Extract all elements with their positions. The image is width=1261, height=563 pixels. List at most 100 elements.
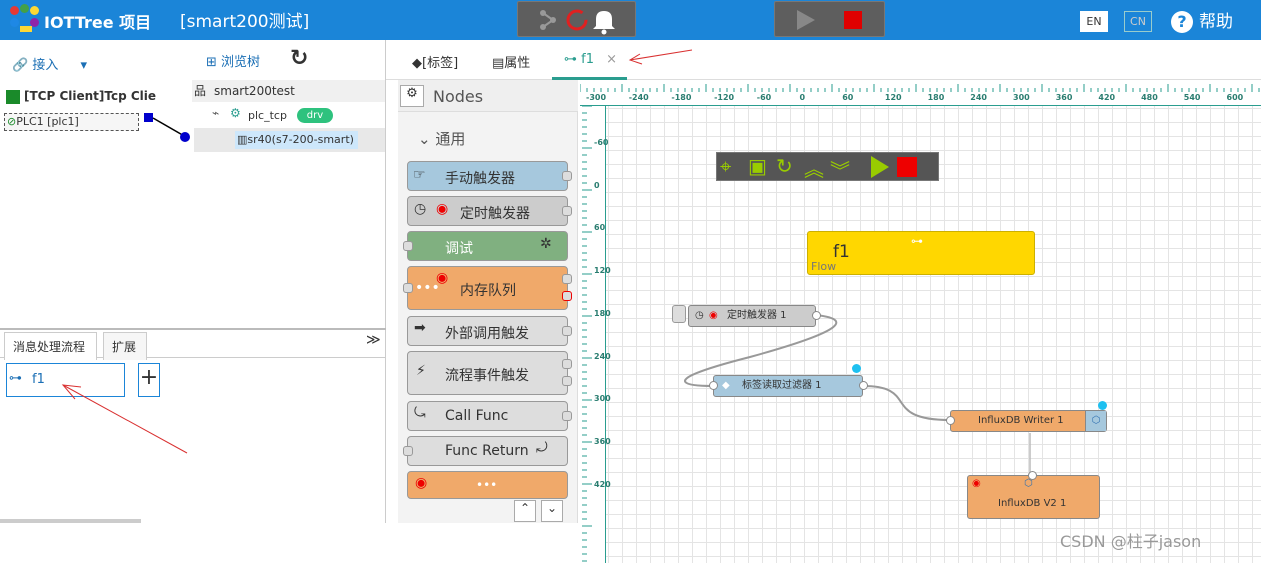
bottom-tabs: 消息处理流程 扩展 ≫ — [0, 330, 386, 360]
play-icon[interactable] — [797, 10, 815, 30]
tag-icon: ◆ — [722, 380, 730, 391]
ruler-left: -60 0 60 120 180 240 300 360 420 — [580, 106, 611, 563]
chevron-down-icon[interactable]: ▾ — [80, 58, 87, 73]
connector-card[interactable]: [TCP Client]Tcp Clie — [0, 84, 156, 110]
left-panel: 🔗 接入 ▾ ⊞ 浏览树 ↻ [TCP Client]Tcp Clie ⊘PLC… — [0, 40, 386, 523]
expand-up-icon[interactable]: ︽ — [804, 153, 824, 182]
palette-node-call-func[interactable]: ⤿ Call Func — [407, 401, 572, 431]
input-port[interactable] — [709, 381, 718, 390]
palette-title: Nodes — [433, 87, 484, 106]
expand-down-icon[interactable]: ︾ — [830, 155, 850, 184]
app-logo — [8, 4, 40, 36]
tab-properties[interactable]: ▤属性 — [492, 52, 530, 71]
tree-root[interactable]: 品 smart200test — [192, 80, 385, 102]
browse-tree-button[interactable]: ⊞ 浏览树 — [206, 51, 260, 70]
gear-icon[interactable]: ⚙ — [400, 85, 424, 107]
output-port[interactable] — [562, 411, 572, 421]
canvas-node-influx-writer[interactable]: InfluxDB Writer 1 ⬡ — [946, 401, 1107, 432]
lang-en-button[interactable]: EN — [1080, 11, 1108, 32]
palette-node-external-call[interactable]: ➡ 外部调用触发 — [407, 316, 572, 346]
call-icon: ⤿ — [414, 405, 426, 421]
palette-node-debug[interactable]: 调试 ✲ — [403, 231, 568, 261]
flow-icon: ⊶ — [564, 52, 577, 67]
ruler-y-label: 120 — [594, 266, 611, 276]
main-area: ◆[标签] ▤属性 ⊶ f1 × ⚙ Nodes ⌄ 通用 ☞ 手动触发器 ◷ … — [386, 40, 1261, 563]
ruler-x-label: -60 — [756, 93, 772, 102]
flow-card-sub: Flow — [811, 260, 837, 273]
output-port[interactable] — [562, 206, 572, 216]
locate-icon[interactable]: ⌖ — [720, 154, 731, 178]
connector-item[interactable]: ⊘PLC1 [plc1] — [4, 113, 139, 131]
tab-extensions[interactable]: 扩展 — [103, 332, 147, 360]
sitemap-icon: 品 — [194, 84, 207, 98]
ruler-x-label: 540 — [1183, 93, 1201, 102]
refresh-icon[interactable]: ↻ — [290, 46, 308, 71]
flow-item-label: f1 — [32, 372, 45, 387]
input-port[interactable] — [946, 416, 955, 425]
scroll-down-button[interactable]: ⌄ — [541, 500, 563, 522]
share-status-icons[interactable] — [518, 2, 637, 38]
close-icon[interactable]: × — [606, 52, 617, 67]
app-title: IOTTree 项目 — [44, 13, 152, 32]
return-icon: ⤾ — [536, 440, 548, 456]
ruler-y-label: 0 — [594, 180, 600, 190]
status-dot — [852, 364, 861, 373]
palette-node-manual-trigger[interactable]: ☞ 手动触发器 — [407, 161, 572, 191]
output-port[interactable] — [562, 274, 572, 284]
ruler-y-label: -60 — [594, 138, 609, 147]
scroll-up-button[interactable]: ⌃ — [514, 500, 536, 522]
connect-button[interactable]: 🔗 接入 ▾ — [12, 54, 87, 73]
save-icon[interactable]: ▣ — [748, 154, 767, 178]
palette-node-memory-queue[interactable]: ••• ◉ 内存队列 — [403, 266, 572, 310]
ruler-x-label: 60 — [842, 93, 854, 102]
tab-message-flows[interactable]: 消息处理流程 — [4, 332, 97, 360]
output-port-error[interactable] — [562, 291, 572, 301]
stop-icon[interactable] — [844, 11, 862, 29]
horizontal-scrollbar[interactable] — [0, 519, 141, 523]
output-port[interactable] — [812, 311, 821, 320]
output-port[interactable] — [562, 326, 572, 336]
output-port[interactable] — [859, 381, 868, 390]
lang-cn-button[interactable]: CN — [1124, 11, 1152, 32]
record-icon: ◉ — [436, 270, 449, 286]
palette-node-label: Call Func — [445, 408, 509, 424]
connector-item-label: PLC1 [plc1] — [16, 115, 79, 128]
tree-item-device[interactable]: ▥sr40(s7-200-smart) — [194, 128, 385, 152]
output-port[interactable] — [562, 171, 572, 181]
canvas-node-label: InfluxDB Writer 1 — [978, 415, 1064, 426]
tree-device-label: sr40(s7-200-smart) — [247, 133, 354, 146]
tab-tags-label: [标签] — [422, 56, 459, 71]
tab-flow-f1[interactable]: ⊶ f1 × — [552, 48, 628, 80]
output-port[interactable] — [562, 376, 572, 386]
flow-canvas[interactable]: -300 -240 -180 -120 -60 0 60 120 180 240 300 360 420… — [580, 80, 1261, 563]
palette-node-label: 流程事件触发 — [445, 368, 529, 384]
annotation-arrow — [61, 384, 188, 454]
palette-node-func-return[interactable]: Func Return ⤾ — [403, 436, 568, 466]
palette-node-flow-event[interactable]: ⚡ 流程事件触发 — [407, 351, 572, 395]
ruler-x-label: 300 — [1013, 93, 1030, 102]
editor-tabs: ◆[标签] ▤属性 ⊶ f1 × — [386, 40, 1261, 80]
inject-button[interactable] — [672, 305, 686, 323]
flow-card[interactable]: f1 Flow ⊶ — [807, 231, 1035, 275]
input-port[interactable] — [403, 446, 413, 456]
output-port[interactable] — [562, 359, 572, 369]
ruler-x-label: 240 — [970, 93, 987, 102]
input-port[interactable] — [403, 241, 413, 251]
palette-section[interactable]: ⌄ 通用 — [418, 128, 465, 149]
stop-icon[interactable] — [897, 157, 917, 177]
palette-node-label: 定时触发器 — [460, 206, 530, 222]
run-icon[interactable] — [871, 156, 889, 178]
flow-icon: ⊶ — [9, 371, 22, 386]
influx-icon: ⬡ — [1085, 411, 1106, 431]
collapse-icon[interactable]: ≫ — [366, 332, 381, 348]
input-port[interactable] — [403, 283, 413, 293]
help-button[interactable]: ? 帮助 — [1171, 7, 1233, 33]
palette-node-more[interactable]: ◉ ••• — [407, 471, 568, 499]
influx-icon: ⬡ — [1024, 478, 1033, 489]
canvas-node-timer[interactable]: ◷ ◉ 定时触发器 1 — [688, 305, 821, 327]
canvas-node-influx-v2[interactable]: ◉ ⬡ InfluxDB V2 1 — [967, 471, 1100, 519]
refresh-icon[interactable]: ↻ — [776, 154, 793, 178]
canvas-node-tag-filter[interactable]: ◆ 标签读取过滤器 1 — [709, 364, 868, 397]
tab-tags[interactable]: ◆[标签] — [412, 52, 458, 71]
palette-node-timer-trigger[interactable]: ◷ ◉ 定时触发器 — [407, 196, 572, 226]
